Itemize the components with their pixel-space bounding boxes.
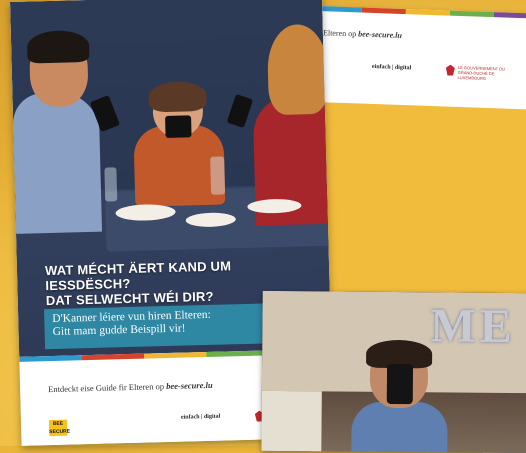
back-poster: Elteren op bee-secure.lu einfach | digit… (307, 6, 526, 314)
glass (104, 167, 118, 202)
einfach-digital-logo: einfach | digital (180, 413, 221, 421)
einfach-digital-logo: einfach | digital (371, 63, 412, 72)
government-logo-text: LE GOUVERNEMENT DU GRAND-DUCHÉ DE LUXEMB… (457, 64, 506, 81)
child-with-phone-photo: ME (261, 290, 526, 453)
father (12, 91, 103, 234)
back-guide-text: Elteren op bee-secure.lu (322, 28, 403, 40)
bee-secure-logo: BEE SECURE (48, 419, 71, 437)
phone-icon (386, 363, 414, 405)
front-guide-text: Entdeckt eise Guide fir Elteren op bee-s… (48, 379, 213, 395)
lion-crest-icon (446, 65, 455, 76)
phone-icon (165, 115, 192, 138)
back-poster-header: Elteren op bee-secure.lu einfach | digit… (314, 6, 526, 110)
wall-letters: ME (430, 299, 516, 354)
child (351, 401, 448, 453)
glass (210, 156, 226, 195)
phone-icon (226, 93, 254, 129)
subtitle-box: D'Kanner léiere vun hiren Elteren: Gitt … (44, 302, 290, 350)
